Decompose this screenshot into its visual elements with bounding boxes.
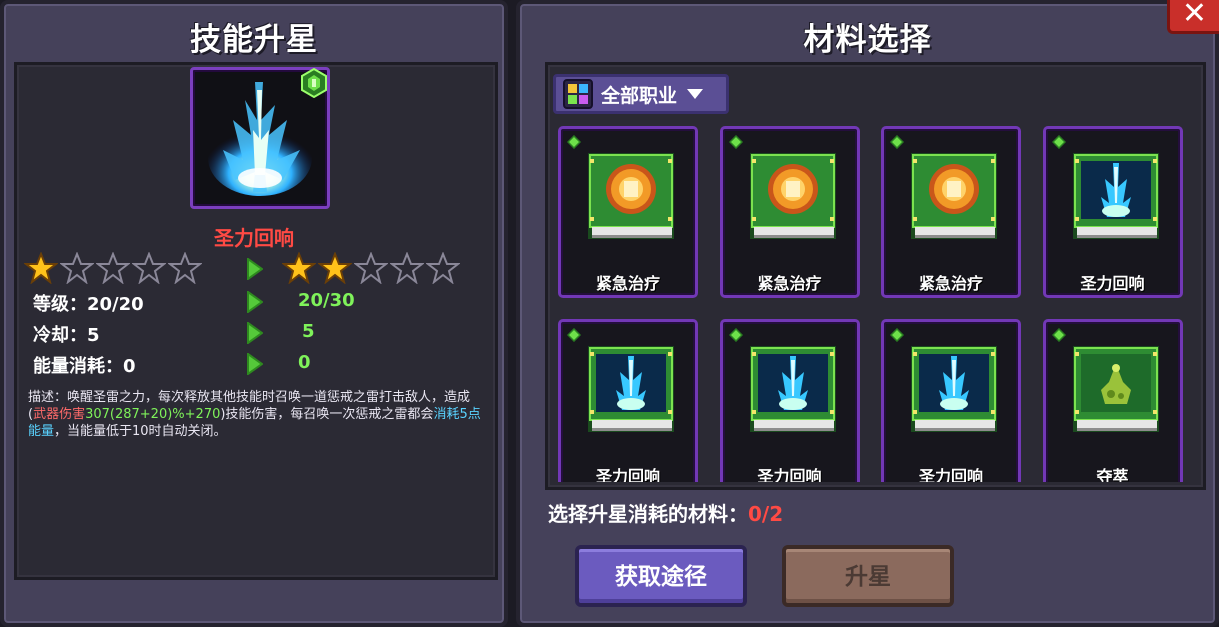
- stat-energy-cost: 能量消耗：0: [33, 352, 136, 378]
- stat-cooldown: 冷却：5: [33, 321, 100, 347]
- flask-book-icon: [1072, 346, 1159, 432]
- arrow-right-icon: [247, 258, 263, 280]
- class-grid-icon: [563, 79, 593, 109]
- star-empty-icon: [354, 252, 388, 284]
- material-label: 圣力回响: [918, 467, 983, 482]
- material-card[interactable]: 圣力回响: [558, 319, 698, 482]
- green-gem-icon: [1051, 135, 1066, 149]
- green-gem-icon: [567, 328, 581, 342]
- star-empty-icon: [168, 252, 202, 284]
- medallion-book-icon: [588, 153, 674, 239]
- material-card[interactable]: 紧急治疗: [881, 126, 1021, 298]
- star-empty-icon: [60, 252, 94, 284]
- filter-label: 全部职业: [601, 84, 678, 107]
- stat-current-value: 0: [123, 356, 136, 377]
- material-label: 圣力回响: [1080, 274, 1145, 293]
- green-gem-icon: [1051, 328, 1066, 342]
- lightning-book-icon: [588, 346, 674, 432]
- green-gem-icon: [890, 328, 904, 342]
- material-card[interactable]: 紧急治疗: [558, 126, 698, 298]
- material-card[interactable]: 圣力回响: [1042, 126, 1183, 298]
- star-filled-icon: [318, 252, 352, 284]
- lightning-book-icon: [911, 346, 997, 432]
- chevron-down-icon: [687, 89, 704, 99]
- material-label: 夺萃: [1096, 467, 1129, 482]
- stat-label: 冷却：: [33, 325, 87, 346]
- class-filter-dropdown[interactable]: 全部职业: [553, 74, 729, 114]
- star-filled-icon: [24, 252, 58, 284]
- current-star-rating: [24, 252, 202, 284]
- material-card[interactable]: 圣力回响: [719, 319, 860, 482]
- lightning-book-icon: [1072, 153, 1159, 239]
- green-gem-icon: [567, 135, 581, 149]
- next-star-rating: [282, 252, 460, 284]
- panel-title: 技能升星: [190, 22, 318, 58]
- material-label: 紧急治疗: [757, 274, 822, 293]
- material-label: 紧急治疗: [918, 274, 983, 293]
- green-gem-icon: [301, 68, 327, 98]
- select-prompt: 选择升星消耗的材料：: [548, 502, 748, 526]
- obtain-methods-button[interactable]: 获取途径: [575, 545, 747, 607]
- green-gem-icon: [890, 135, 904, 149]
- stat-level: 等级：20/20: [33, 290, 144, 316]
- description-text: )技能伤害，每召唤一次惩戒之雷都会: [220, 407, 434, 422]
- star-empty-icon: [96, 252, 130, 284]
- arrow-right-icon: [247, 322, 263, 344]
- stat-label: 能量消耗：: [33, 356, 123, 377]
- description-text: ，当能量低于10时自动关闭。: [54, 424, 227, 439]
- damage-formula: 307(287+20)%+270: [85, 407, 221, 422]
- upgrade-star-button[interactable]: 升星: [782, 545, 954, 607]
- material-card[interactable]: 夺萃: [1042, 319, 1183, 482]
- material-grid: 紧急治疗 紧急治疗 紧急治疗 圣力回响 圣力回响 圣力回响 圣力回响 夺萃: [555, 124, 1187, 482]
- close-button[interactable]: ✕: [1167, 0, 1219, 34]
- green-gem-icon: [728, 135, 743, 149]
- select-count: 0/2: [748, 502, 784, 526]
- star-empty-icon: [132, 252, 166, 284]
- weapon-damage-label: 武器伤害: [33, 407, 86, 422]
- material-card[interactable]: 紧急治疗: [719, 126, 860, 298]
- star-filled-icon: [282, 252, 316, 284]
- green-gem-icon: [728, 328, 743, 342]
- skill-name: 圣力回响: [214, 226, 294, 250]
- star-empty-icon: [426, 252, 460, 284]
- stat-label: 等级：: [33, 294, 87, 315]
- stat-current-value: 20/20: [87, 294, 144, 315]
- stat-cooldown-next: 5: [302, 321, 315, 342]
- skill-description: 描述：唤醒圣雷之力，每次释放其他技能时召唤一道惩戒之雷打击敌人，造成(武器伤害3…: [28, 389, 483, 440]
- medallion-book-icon: [749, 153, 836, 239]
- stat-current-value: 5: [87, 325, 100, 346]
- arrow-right-icon: [247, 291, 263, 313]
- upgrade-screen: 技能升星 圣力回响 等级：20/20 20/30 冷却：5 5 能量消耗：0 0…: [0, 0, 1219, 627]
- arrow-right-icon: [247, 353, 263, 375]
- star-empty-icon: [390, 252, 424, 284]
- material-select-status: 选择升星消耗的材料：0/2: [548, 498, 783, 527]
- material-label: 圣力回响: [595, 467, 660, 482]
- material-label: 圣力回响: [757, 467, 822, 482]
- medallion-book-icon: [911, 153, 997, 239]
- stat-energy-cost-next: 0: [298, 352, 311, 373]
- lightning-book-icon: [749, 346, 836, 432]
- material-label: 紧急治疗: [595, 274, 660, 293]
- stat-level-next: 20/30: [298, 290, 355, 311]
- panel-title: 材料选择: [803, 22, 932, 58]
- material-card[interactable]: 圣力回响: [881, 319, 1021, 482]
